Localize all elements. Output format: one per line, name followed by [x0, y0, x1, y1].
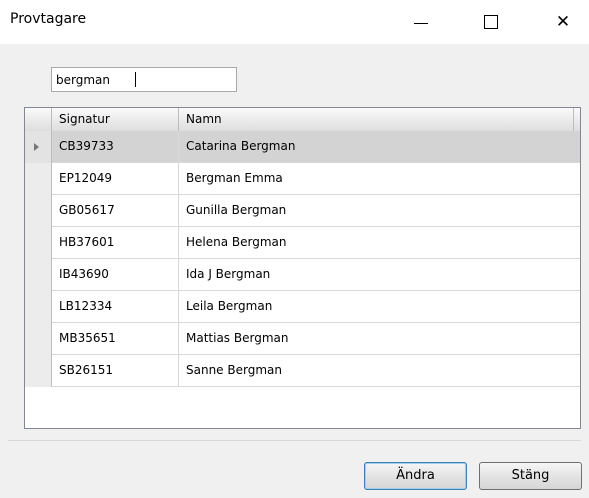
row-header[interactable] [25, 195, 52, 227]
cell-signatur[interactable]: HB37601 [52, 227, 179, 258]
minimize-button[interactable] [394, 0, 448, 44]
row-header[interactable] [25, 227, 52, 259]
maximize-button[interactable] [464, 0, 518, 44]
cell-signatur[interactable]: CB39733 [52, 131, 179, 162]
grid-corner-header[interactable] [25, 108, 52, 131]
grid-header: Signatur Namn [25, 108, 580, 132]
table-row[interactable]: HB37601 Helena Bergman [25, 227, 580, 259]
window-title: Provtagare [10, 11, 87, 27]
cell-namn[interactable]: Gunilla Bergman [179, 195, 580, 226]
cell-signatur[interactable]: MB35651 [52, 323, 179, 354]
cell-namn[interactable]: Catarina Bergman [179, 131, 580, 162]
cell-signatur[interactable]: SB26151 [52, 355, 179, 386]
text-caret [135, 72, 136, 87]
cell-signatur[interactable]: IB43690 [52, 259, 179, 290]
cell-namn[interactable]: Ida J Bergman [179, 259, 580, 290]
table-row[interactable]: CB39733 Catarina Bergman [25, 131, 580, 163]
cell-namn[interactable]: Bergman Emma [179, 163, 580, 194]
footer-divider [8, 440, 581, 441]
current-row-arrow-icon [33, 143, 39, 151]
row-header[interactable] [25, 163, 52, 195]
table-row[interactable]: SB26151 Sanne Bergman [25, 355, 580, 387]
cell-namn[interactable]: Mattias Bergman [179, 323, 580, 354]
header-endcap [573, 108, 580, 131]
table-row[interactable]: GB05617 Gunilla Bergman [25, 195, 580, 227]
column-header-namn[interactable]: Namn [179, 108, 580, 131]
cell-signatur[interactable]: GB05617 [52, 195, 179, 226]
row-header[interactable] [25, 291, 52, 323]
cell-signatur[interactable]: EP12049 [52, 163, 179, 194]
row-header[interactable] [25, 355, 52, 387]
dialog-body: Signatur Namn CB39733 Catarina Bergman E… [0, 44, 589, 498]
title-bar[interactable]: Provtagare ✕ [0, 0, 589, 44]
maximize-icon [484, 15, 498, 29]
table-row[interactable]: MB35651 Mattias Bergman [25, 323, 580, 355]
cell-namn[interactable]: Sanne Bergman [179, 355, 580, 386]
row-header[interactable] [25, 259, 52, 291]
table-row[interactable]: EP12049 Bergman Emma [25, 163, 580, 195]
search-input[interactable] [51, 67, 237, 92]
cell-signatur[interactable]: LB12334 [52, 291, 179, 322]
cell-namn[interactable]: Leila Bergman [179, 291, 580, 322]
minimize-icon [414, 22, 428, 24]
row-header[interactable] [25, 323, 52, 355]
cell-namn[interactable]: Helena Bergman [179, 227, 580, 258]
close-button[interactable]: ✕ [537, 0, 589, 44]
andra-button[interactable]: Ändra [364, 462, 467, 490]
column-header-signatur[interactable]: Signatur [52, 108, 179, 131]
stang-button[interactable]: Stäng [479, 462, 582, 490]
close-icon: ✕ [555, 12, 571, 32]
provtagare-grid[interactable]: Signatur Namn CB39733 Catarina Bergman E… [24, 107, 581, 429]
table-row[interactable]: IB43690 Ida J Bergman [25, 259, 580, 291]
table-row[interactable]: LB12334 Leila Bergman [25, 291, 580, 323]
row-header[interactable] [25, 131, 52, 163]
